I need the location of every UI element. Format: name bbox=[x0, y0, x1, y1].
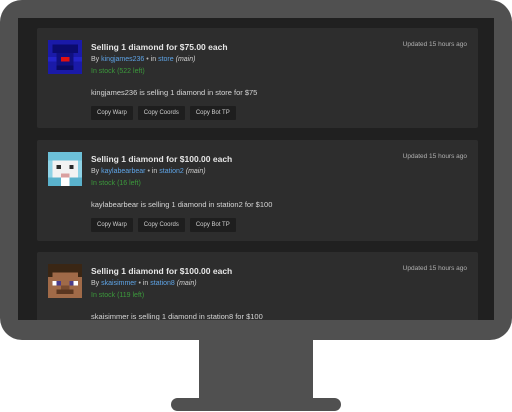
seller-byline: By kingjames236 • in store (main) bbox=[91, 56, 195, 63]
copy-coords-button[interactable]: Copy Coords bbox=[137, 218, 185, 232]
separator-dot: • bbox=[138, 280, 141, 287]
seller-byline: By kaylabearbear • in station2 (main) bbox=[91, 168, 206, 175]
seller-link[interactable]: kaylabearbear bbox=[101, 168, 145, 175]
location-tag: (main) bbox=[176, 280, 197, 287]
separator-dot: • bbox=[147, 168, 150, 175]
copy-coords-button[interactable]: Copy Coords bbox=[137, 106, 185, 120]
updated-timestamp: Updated 15 hours ago bbox=[402, 265, 467, 272]
seller-byline: By skaisimmer • in station8 (main) bbox=[91, 280, 197, 287]
location-tag: (main) bbox=[175, 56, 196, 63]
copy-warp-button[interactable]: Copy Warp bbox=[91, 218, 133, 232]
listing-actions: Copy Warp Copy Coords Copy Bot TP bbox=[91, 218, 236, 232]
stock-status: In stock (522 left) bbox=[91, 68, 145, 75]
monitor-stand-base bbox=[171, 398, 341, 411]
listing-description: kaylabearbear is selling 1 diamond in st… bbox=[91, 200, 273, 209]
by-label: By bbox=[91, 56, 100, 63]
screen: Selling 1 diamond for $75.00 each Update… bbox=[18, 18, 494, 320]
stock-status: In stock (119 left) bbox=[91, 292, 145, 299]
copy-bot-tp-button[interactable]: Copy Bot TP bbox=[189, 218, 236, 232]
updated-timestamp: Updated 15 hours ago bbox=[402, 41, 467, 48]
listing-card: Selling 1 diamond for $100.00 each Updat… bbox=[37, 140, 478, 241]
listing-card: Selling 1 diamond for $75.00 each Update… bbox=[37, 28, 478, 128]
location-link[interactable]: station8 bbox=[150, 280, 175, 287]
listing-title: Selling 1 diamond for $100.00 each bbox=[91, 154, 233, 164]
separator-dot: • bbox=[146, 56, 149, 63]
copy-bot-tp-button[interactable]: Copy Bot TP bbox=[189, 106, 236, 120]
monitor-stand-neck bbox=[199, 338, 313, 402]
player-avatar bbox=[48, 264, 82, 298]
location-tag: (main) bbox=[185, 168, 206, 175]
stock-status: In stock (16 left) bbox=[91, 180, 141, 187]
copy-warp-button[interactable]: Copy Warp bbox=[91, 106, 133, 120]
listing-actions: Copy Warp Copy Coords Copy Bot TP bbox=[91, 106, 236, 120]
player-avatar bbox=[48, 40, 82, 74]
seller-link[interactable]: kingjames236 bbox=[101, 56, 144, 63]
location-link[interactable]: station2 bbox=[159, 168, 184, 175]
seller-link[interactable]: skaisimmer bbox=[101, 280, 136, 287]
by-label: By bbox=[91, 168, 100, 175]
in-label: in bbox=[151, 168, 158, 175]
by-label: By bbox=[91, 280, 100, 287]
monitor-frame: Selling 1 diamond for $75.00 each Update… bbox=[0, 0, 512, 340]
listing-description: kingjames236 is selling 1 diamond in sto… bbox=[91, 88, 258, 97]
listing-title: Selling 1 diamond for $100.00 each bbox=[91, 266, 233, 276]
in-label: in bbox=[150, 56, 157, 63]
player-avatar bbox=[48, 152, 82, 186]
listing-title: Selling 1 diamond for $75.00 each bbox=[91, 42, 228, 52]
location-link[interactable]: store bbox=[158, 56, 174, 63]
listing-description: skaisimmer is selling 1 diamond in stati… bbox=[91, 312, 263, 320]
updated-timestamp: Updated 15 hours ago bbox=[402, 153, 467, 160]
in-label: in bbox=[142, 280, 149, 287]
listing-card: Selling 1 diamond for $100.00 each Updat… bbox=[37, 252, 478, 320]
